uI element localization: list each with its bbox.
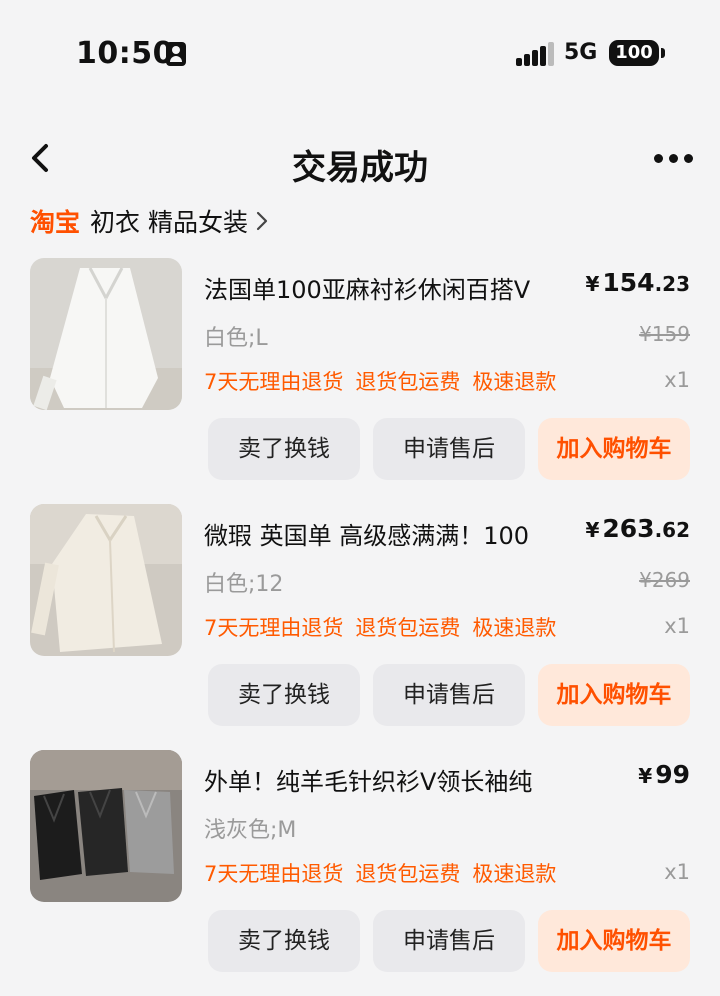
product-title[interactable]: 法国单100亚麻衬衫休闲百搭V <box>204 270 530 305</box>
chevron-right-icon <box>256 211 268 231</box>
person-id-icon <box>166 42 186 66</box>
page-title: 交易成功 <box>292 148 428 188</box>
status-time: 10:50 <box>76 36 174 71</box>
original-price: ¥269 <box>639 568 690 592</box>
original-price: ¥159 <box>639 322 690 346</box>
quantity: x1 <box>664 860 690 884</box>
product-price: ¥99 <box>638 760 690 789</box>
add-to-cart-button[interactable]: 加入购物车 <box>538 910 690 972</box>
after-sale-button[interactable]: 申请售后 <box>373 910 525 972</box>
product-image[interactable] <box>30 258 182 410</box>
product-variant: 浅灰色;M <box>204 818 297 843</box>
quantity: x1 <box>664 614 690 638</box>
signal-icon <box>516 42 554 66</box>
product-title[interactable]: 微瑕 英国单 高级感满满！100 <box>204 516 529 551</box>
product-title[interactable]: 外单！纯羊毛针织衫V领长袖纯 <box>204 762 532 797</box>
navigation-bar: 交易成功 <box>0 126 720 196</box>
service-tags: 7天无理由退货 退货包运费 极速退款 <box>204 862 557 886</box>
product-image[interactable] <box>30 504 182 656</box>
status-bar: 10:50 5G 100 <box>0 0 720 100</box>
taobao-brand-label: 淘宝 <box>30 208 81 237</box>
after-sale-button[interactable]: 申请售后 <box>373 664 525 726</box>
product-variant: 白色;12 <box>204 572 284 597</box>
sell-button[interactable]: 卖了换钱 <box>208 664 360 726</box>
battery-icon: 100 <box>609 40 665 66</box>
order-item: 外单！纯羊毛针织衫V领长袖纯 ¥99 浅灰色;M 7天无理由退货 退货包运费 极速退… <box>0 750 720 996</box>
quantity: x1 <box>664 368 690 392</box>
service-tags: 7天无理由退货 退货包运费 极速退款 <box>204 616 557 640</box>
order-item: 微瑕 英国单 高级感满满！100 ¥263.62 白色;12 ¥269 7天无理… <box>0 504 720 750</box>
more-options-icon[interactable] <box>654 154 694 164</box>
product-price: ¥263.62 <box>585 514 690 543</box>
order-item: 法国单100亚麻衬衫休闲百搭V ¥154.23 白色;L ¥159 7天无理由退… <box>0 258 720 504</box>
shop-name: 初衣 精品女装 <box>90 208 248 237</box>
product-variant: 白色;L <box>204 326 268 351</box>
sell-button[interactable]: 卖了换钱 <box>208 910 360 972</box>
service-tags: 7天无理由退货 退货包运费 极速退款 <box>204 370 557 394</box>
product-price: ¥154.23 <box>585 268 690 297</box>
network-type: 5G <box>564 40 598 65</box>
sell-button[interactable]: 卖了换钱 <box>208 418 360 480</box>
add-to-cart-button[interactable]: 加入购物车 <box>538 664 690 726</box>
product-image[interactable] <box>30 750 182 902</box>
after-sale-button[interactable]: 申请售后 <box>373 418 525 480</box>
shop-link[interactable]: 淘宝 初衣 精品女装 <box>30 204 270 238</box>
add-to-cart-button[interactable]: 加入购物车 <box>538 418 690 480</box>
